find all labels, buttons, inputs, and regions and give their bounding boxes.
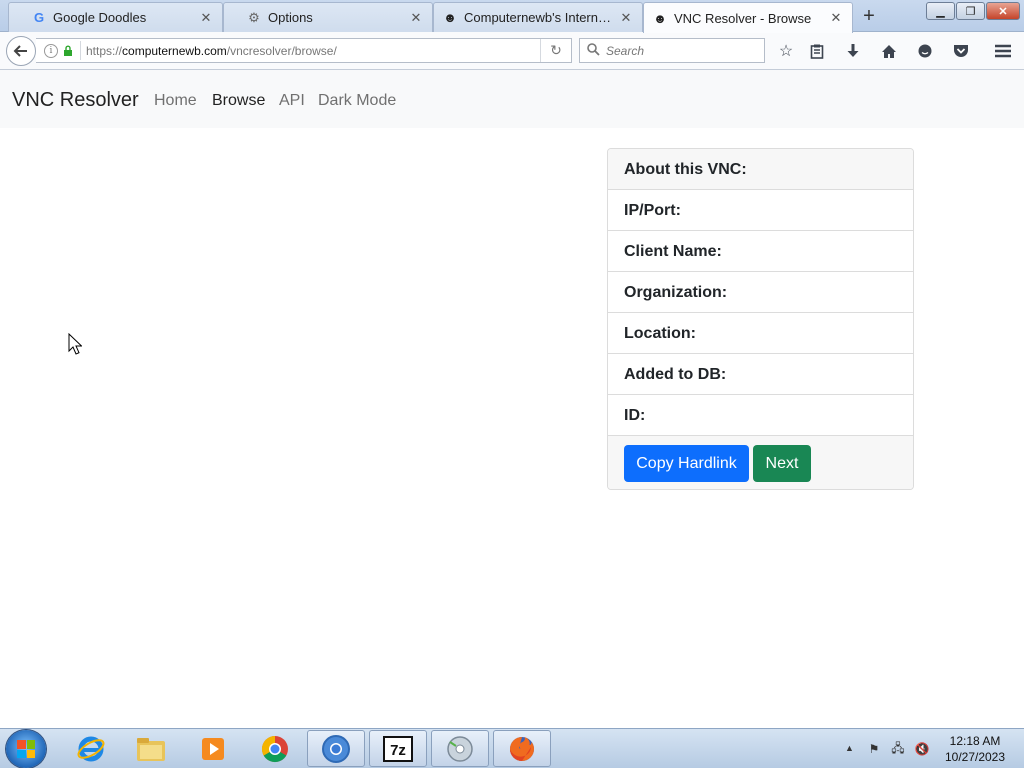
url-path: /vncresolver/browse/ (226, 43, 337, 58)
nav-api[interactable]: API (279, 92, 305, 110)
search-placeholder: Search (606, 43, 645, 58)
mouse-cursor-icon (68, 333, 82, 355)
nav-browse[interactable]: Browse (212, 92, 265, 110)
close-tab-icon[interactable]: ✕ (618, 10, 634, 26)
close-tab-icon[interactable]: ✕ (828, 10, 844, 26)
card-header: About this VNC: (608, 149, 913, 190)
media-player-icon[interactable] (184, 730, 242, 767)
volume-muted-icon[interactable]: 🔇 (914, 742, 930, 756)
tab-label: VNC Resolver - Browse (674, 10, 812, 26)
gear-icon: ⚙ (248, 9, 260, 25)
copy-hardlink-button[interactable]: Copy Hardlink (624, 445, 749, 482)
system-clock[interactable]: 12:18 AM 10/27/2023 (935, 733, 1015, 765)
minimize-button[interactable]: ▁ (926, 2, 955, 20)
show-hidden-icons-icon[interactable]: ▲ (845, 743, 854, 753)
nav-home[interactable]: Home (154, 92, 197, 110)
home-icon[interactable] (877, 39, 901, 63)
download-icon[interactable] (841, 39, 865, 63)
bookmark-star-icon[interactable]: ☆ (774, 39, 798, 63)
media-center-icon[interactable] (431, 730, 489, 767)
url-bar[interactable]: i https://computernewb.com/vncresolver/b… (36, 38, 572, 63)
reload-icon[interactable]: ↻ (540, 39, 571, 62)
svg-text:7z: 7z (390, 742, 406, 759)
url-domain: computernewb.com (122, 43, 227, 58)
back-button[interactable] (6, 36, 36, 66)
windows-logo-icon (17, 740, 35, 758)
back-arrow-icon (13, 45, 27, 57)
chromium-icon[interactable] (307, 730, 365, 767)
browser-toolbar: i https://computernewb.com/vncresolver/b… (0, 32, 1024, 70)
firefox-icon[interactable] (493, 730, 551, 767)
tab-options[interactable]: ⚙ Options ✕ (223, 2, 433, 32)
internet-explorer-icon[interactable] (62, 730, 120, 767)
added-to-db-row: Added to DB: (608, 354, 913, 395)
close-tab-icon[interactable]: ✕ (408, 10, 424, 26)
organization-row: Organization: (608, 272, 913, 313)
tab-label: Options (268, 10, 313, 25)
client-name-row: Client Name: (608, 231, 913, 272)
tab-label: Computernewb's Internet ... (464, 10, 618, 25)
start-button[interactable] (6, 730, 46, 768)
chrome-icon[interactable] (246, 730, 304, 767)
site-brand[interactable]: VNC Resolver (12, 89, 139, 112)
url-prefix: https:// (86, 43, 123, 58)
computernewb-icon: ☻ (443, 10, 457, 25)
card-footer: Copy Hardlink Next (608, 436, 913, 489)
search-icon (587, 42, 600, 59)
restore-button[interactable]: ❐ (956, 2, 985, 20)
7zip-icon[interactable]: 7z (369, 730, 427, 767)
clock-date: 10/27/2023 (944, 750, 1006, 764)
search-input[interactable]: Search (579, 38, 765, 63)
new-tab-button[interactable]: + (858, 5, 880, 27)
tab-strip: G Google Doodles ✕ ⚙ Options ✕ ☻ Compute… (0, 0, 1024, 33)
ip-port-row: IP/Port: (608, 190, 913, 231)
google-icon: G (33, 10, 45, 25)
pocket-icon[interactable] (949, 39, 973, 63)
taskbar: 7z ▲ ⚑ 🖧 🔇 12:18 AM 10/27/2023 (0, 728, 1024, 768)
action-center-flag-icon[interactable]: ⚑ (866, 742, 882, 756)
lock-icon (62, 45, 74, 57)
chat-icon[interactable] (913, 39, 937, 63)
id-row: ID: (608, 395, 913, 436)
location-row: Location: (608, 313, 913, 354)
clock-time: 12:18 AM (949, 734, 1001, 748)
site-navbar: VNC Resolver Home Browse API Dark Mode (0, 70, 1024, 128)
tab-google-doodles[interactable]: G Google Doodles ✕ (8, 2, 223, 32)
tab-vnc-resolver[interactable]: ☻ VNC Resolver - Browse ✕ (643, 2, 853, 33)
nav-dark-mode[interactable]: Dark Mode (318, 92, 396, 110)
url-separator (80, 41, 81, 60)
network-icon[interactable]: 🖧 (890, 741, 906, 756)
info-icon[interactable]: i (44, 43, 58, 58)
bookmarks-library-icon[interactable] (805, 39, 829, 63)
tab-label: Google Doodles (53, 10, 147, 25)
vnc-info-card: About this VNC: IP/Port: Client Name: Or… (607, 148, 914, 490)
page-content: VNC Resolver Home Browse API Dark Mode A… (0, 70, 1024, 728)
close-window-button[interactable]: ✕ (986, 2, 1020, 20)
menu-icon[interactable] (991, 39, 1015, 63)
file-explorer-icon[interactable] (122, 730, 180, 767)
next-button[interactable]: Next (753, 445, 811, 482)
computernewb-icon: ☻ (653, 10, 667, 26)
close-tab-icon[interactable]: ✕ (198, 10, 214, 26)
url-text[interactable]: https://computernewb.com/vncresolver/bro… (86, 44, 540, 58)
tab-computernewb[interactable]: ☻ Computernewb's Internet ... ✕ (433, 2, 643, 32)
